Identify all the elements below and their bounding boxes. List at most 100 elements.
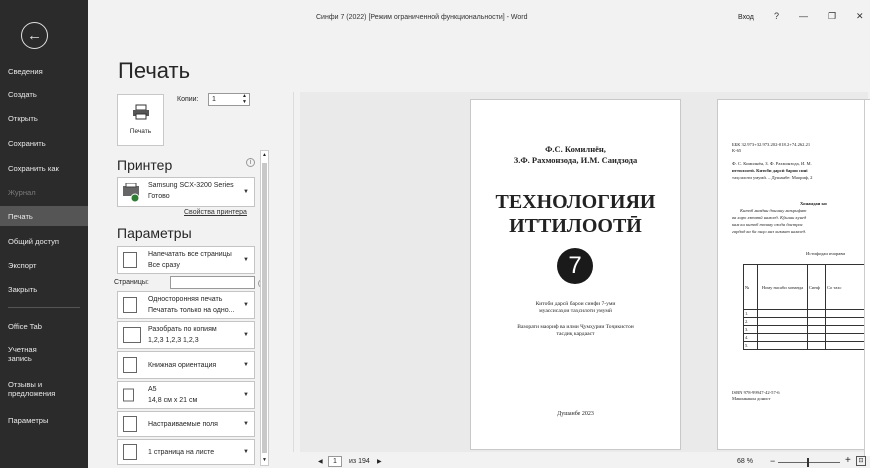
print-note: Маконкакон донист xyxy=(732,396,771,401)
copies-value: 1 xyxy=(212,96,216,103)
settings-scrollbar[interactable]: ▲ ▼ xyxy=(260,150,269,466)
minimize-icon[interactable]: — xyxy=(799,11,808,21)
paper-size-sub: 14,8 см x 21 см xyxy=(148,397,198,404)
scroll-thumb[interactable] xyxy=(262,163,267,453)
grade-number-badge: 7 xyxy=(557,248,593,284)
one-sided-icon xyxy=(123,297,137,313)
table-row-number: 4. xyxy=(743,333,758,342)
paper-size-label: A5 xyxy=(148,386,157,393)
page-title: Печать xyxy=(118,58,191,83)
pages-icon xyxy=(123,252,137,268)
copies-input[interactable]: 1 ▲ ▼ xyxy=(208,93,250,106)
paper-size-dropdown[interactable]: A5 14,8 см x 21 см ▼ xyxy=(117,381,255,409)
zoom-slider[interactable] xyxy=(778,462,840,463)
bbk-code: ББК 32.973+32.973.202-018.2+74.262.21 xyxy=(732,142,811,147)
window-title: Синфи 7 (2022) [Режим ограниченной функц… xyxy=(316,14,528,21)
help-icon[interactable]: ? xyxy=(774,11,779,21)
reference-line-2: иттилоотӣ. Китоби дарсӣ барои сині xyxy=(732,168,808,173)
page-count: из 194 xyxy=(349,458,370,465)
sign-in-link[interactable]: Вход xyxy=(738,14,754,21)
preview-scrollbar[interactable] xyxy=(864,100,870,456)
zoom-level[interactable]: 68 % xyxy=(737,458,753,465)
sides-dropdown[interactable]: Односторонняя печать Печатать только на … xyxy=(117,291,255,319)
author-line-1: Ф.С. Комилнён, xyxy=(545,144,606,154)
collate-icon xyxy=(123,327,141,343)
printer-heading: Принтер xyxy=(117,157,173,173)
approval-line-1: Вазорати маориф ва илми Ҷумҳурии Тоҷикис… xyxy=(517,324,634,330)
info-icon[interactable]: i xyxy=(246,158,255,167)
restore-icon[interactable]: ❐ xyxy=(828,11,836,22)
sidebar-item-share[interactable]: Общий доступ xyxy=(0,237,88,246)
spinner-icon[interactable]: ▲ ▼ xyxy=(242,93,247,105)
zoom-to-page-icon[interactable]: ⊡ xyxy=(856,456,866,466)
preview-page-2: ББК 32.973+32.973.202-018.2+74.262.21 К-… xyxy=(717,99,870,450)
scroll-down-icon[interactable]: ▼ xyxy=(261,456,268,465)
description-line-2: муассисаҳои таҳсилоти умумӣ xyxy=(539,308,612,314)
table-header-class: Синф xyxy=(807,264,826,310)
copies-label: Копии: xyxy=(177,96,199,103)
sidebar-item-save-as[interactable]: Сохранить как xyxy=(0,164,88,173)
preview-status-bar: ◀ 1 из 194 ▶ 68 % − + ⊡ xyxy=(300,455,870,468)
chevron-down-icon: ▼ xyxy=(243,189,249,195)
sidebar-item-office-tab[interactable]: Office Tab xyxy=(0,322,88,331)
zoom-in-icon[interactable]: + xyxy=(845,455,851,466)
sidebar-item-account[interactable]: Учетная запись xyxy=(0,345,50,363)
orientation-dropdown[interactable]: Книжная ориентация ▼ xyxy=(117,351,255,379)
orientation-label: Книжная ориентация xyxy=(148,362,217,369)
sidebar-item-options[interactable]: Параметры xyxy=(0,416,88,425)
sidebar-item-feedback[interactable]: Отзывы и предложения xyxy=(0,380,62,398)
next-page-icon[interactable]: ▶ xyxy=(377,458,382,465)
table-title: Истифодаи ичорави xyxy=(806,251,845,256)
sides-sub: Печатать только на одно... xyxy=(148,307,235,314)
panel-divider xyxy=(293,92,294,452)
printer-properties-link[interactable]: Свойства принтера xyxy=(184,209,247,216)
printer-dropdown[interactable]: Samsung SCX-3200 Series Готово ▼ xyxy=(117,177,255,207)
table-row-number: 3. xyxy=(743,325,758,334)
margins-icon xyxy=(123,416,137,432)
reference-line-3: таҳсилоти умумӣ. – Душанбе: Маориф, 2 xyxy=(732,175,813,180)
reader-heading: Хонандаи ки xyxy=(800,201,827,206)
sidebar-item-info[interactable]: Сведения xyxy=(0,67,88,76)
margins-label: Настраиваемые поля xyxy=(148,421,218,428)
print-button-label: Печать xyxy=(129,128,152,135)
printer-status: Готово xyxy=(148,193,170,200)
usage-table: № Ному насаби хонанда Синф Со тахс 1. 2.… xyxy=(743,264,870,350)
intro-line-4: гардад ва ба онҳо низ хизмат намоед. xyxy=(732,229,807,234)
table-row-number: 2. xyxy=(743,317,758,326)
print-range-sub: Все сразу xyxy=(148,262,180,269)
sidebar-item-print[interactable]: Печать xyxy=(0,206,88,226)
sidebar-item-export[interactable]: Экспорт xyxy=(0,261,88,270)
intro-line-3: кам ки китоб тозаву озода дастрас xyxy=(732,222,803,227)
collate-label: Разобрать по копиям xyxy=(148,326,217,333)
approval-line-2: тасдиқ кардааст xyxy=(556,331,595,337)
page-number-input[interactable]: 1 xyxy=(328,456,342,467)
settings-heading: Параметры xyxy=(117,225,192,241)
pages-input[interactable] xyxy=(170,276,255,289)
chevron-down-icon: ▼ xyxy=(243,421,249,427)
sidebar-item-save[interactable]: Сохранить xyxy=(0,139,88,148)
print-button[interactable]: Печать xyxy=(117,94,164,146)
sidebar-item-close[interactable]: Закрыть xyxy=(0,285,88,294)
author-line-2: З.Ф. Рахмонзода, И.М. Саидзода xyxy=(513,155,638,165)
collate-sub: 1,2,3 1,2,3 1,2,3 xyxy=(148,337,199,344)
pages-per-sheet-label: 1 страница на листе xyxy=(148,449,215,456)
sidebar-item-open[interactable]: Открыть xyxy=(0,114,88,123)
close-icon[interactable]: ✕ xyxy=(856,11,864,22)
table-row-number: 5. xyxy=(743,341,758,350)
previous-page-icon[interactable]: ◀ xyxy=(318,458,323,465)
pages-per-sheet-dropdown[interactable]: 1 страница на листе ▼ xyxy=(117,439,255,465)
zoom-slider-thumb[interactable] xyxy=(807,458,809,467)
scroll-up-icon[interactable]: ▲ xyxy=(261,151,268,160)
description-line-1: Китоби дарсӣ барои синфи 7-уми xyxy=(535,301,616,307)
collate-dropdown[interactable]: Разобрать по копиям 1,2,3 1,2,3 1,2,3 ▼ xyxy=(117,321,255,349)
sidebar-item-new[interactable]: Создать xyxy=(0,90,88,99)
portrait-icon xyxy=(123,357,137,373)
margins-dropdown[interactable]: Настраиваемые поля ▼ xyxy=(117,411,255,437)
sides-label: Односторонняя печать xyxy=(148,296,223,303)
book-title-line-2: ИТТИЛООТӢ xyxy=(509,215,642,237)
print-range-label: Напечатать все страницы xyxy=(148,251,232,258)
chevron-down-icon: ▼ xyxy=(243,449,249,455)
zoom-out-icon[interactable]: − xyxy=(770,456,775,466)
print-range-dropdown[interactable]: Напечатать все страницы Все сразу ▼ xyxy=(117,246,255,274)
back-arrow-icon[interactable]: ← xyxy=(21,22,48,49)
